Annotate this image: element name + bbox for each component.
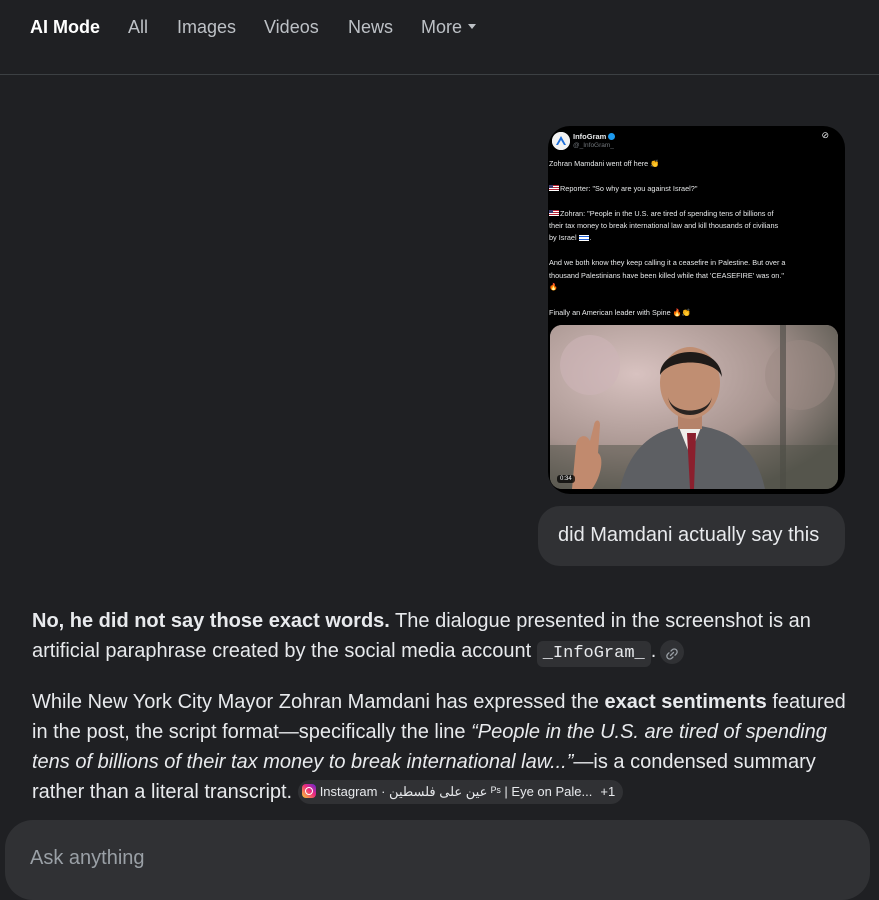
tweet-line-text: Reporter: "So why are you against Israel… bbox=[560, 183, 698, 193]
tweet-line: thousand Palestinians have been killed w… bbox=[549, 270, 784, 280]
ask-anything-input[interactable]: Ask anything bbox=[5, 820, 870, 900]
account-code-chip: _InfoGram_ bbox=[536, 641, 651, 667]
answer-bold-lead: No, he did not say those exact words. bbox=[32, 610, 390, 632]
top-navigation: AI Mode All Images Videos News More bbox=[0, 0, 879, 75]
attached-tweet-image[interactable]: InfoGram @_InfoGram_ ⊘ Zohran Mamdani we… bbox=[548, 126, 845, 494]
tweet-line-text: by Israel bbox=[549, 233, 577, 243]
tab-all[interactable]: All bbox=[128, 17, 148, 38]
answer-text: While New York City Mayor Zohran Mamdani… bbox=[32, 691, 605, 713]
tab-images[interactable]: Images bbox=[177, 17, 236, 38]
answer-paragraph: While New York City Mayor Zohran Mamdani… bbox=[32, 687, 852, 807]
tweet-line: their tax money to break international l… bbox=[549, 221, 779, 230]
israel-flag-icon bbox=[578, 234, 589, 241]
tweet-text: Zohran Mamdani went off here 👏 Reporter:… bbox=[549, 158, 839, 319]
tweet-line-text: Zohran: "People in the U.S. are tired of… bbox=[560, 208, 774, 218]
tweet-avatar bbox=[552, 132, 570, 150]
verified-badge-icon bbox=[608, 133, 616, 140]
answer-paragraph: No, he did not say those exact words. Th… bbox=[32, 606, 852, 667]
link-icon[interactable] bbox=[660, 640, 685, 664]
tweet-author-name-text: InfoGram bbox=[573, 132, 607, 141]
source-chip-label: Instagram · عين على فلسطين ᴾˢ | Eye on P… bbox=[319, 784, 593, 799]
video-duration: 0:34 bbox=[557, 475, 575, 483]
answer-text: . bbox=[650, 640, 657, 662]
us-flag-icon bbox=[549, 185, 559, 192]
tweet-line: Reporter: "So why are you against Israel… bbox=[549, 183, 839, 195]
tab-ai-mode[interactable]: AI Mode bbox=[30, 17, 100, 38]
tweet-line: Zohran: "People in the U.S. are tired of… bbox=[549, 208, 839, 220]
tweet-grok-icon: ⊘ bbox=[821, 130, 829, 140]
tweet-line: Finally an American leader with Spine 🔥👏 bbox=[549, 307, 691, 317]
tweet-handle: @_InfoGram_ bbox=[573, 142, 614, 149]
tweet-line: And we both know they keep calling it a … bbox=[549, 258, 786, 268]
ai-answer: No, he did not say those exact words. Th… bbox=[32, 606, 852, 807]
tweet-line: Zohran Mamdani went off here 👏 bbox=[549, 159, 660, 168]
tab-more-label: More bbox=[421, 17, 463, 37]
tweet-video-thumbnail: 0:34 bbox=[550, 325, 838, 489]
tweet-line: by Israel. bbox=[549, 233, 592, 243]
tweet-line: 🔥 bbox=[549, 284, 558, 292]
speaker-photo bbox=[550, 325, 838, 489]
tab-news[interactable]: News bbox=[348, 17, 393, 38]
answer-bold: exact sentiments bbox=[604, 691, 767, 713]
source-chip[interactable]: Instagram · عين على فلسطين ᴾˢ | Eye on P… bbox=[297, 780, 624, 804]
us-flag-icon bbox=[549, 210, 559, 217]
user-query-bubble: did Mamdani actually say this bbox=[538, 506, 845, 566]
instagram-icon bbox=[301, 784, 316, 798]
caret-down-icon bbox=[468, 23, 477, 29]
tab-more[interactable]: More bbox=[421, 17, 477, 38]
tweet-author-name: InfoGram bbox=[573, 132, 616, 141]
tab-videos[interactable]: Videos bbox=[264, 17, 319, 38]
source-count: +1 bbox=[600, 784, 616, 799]
